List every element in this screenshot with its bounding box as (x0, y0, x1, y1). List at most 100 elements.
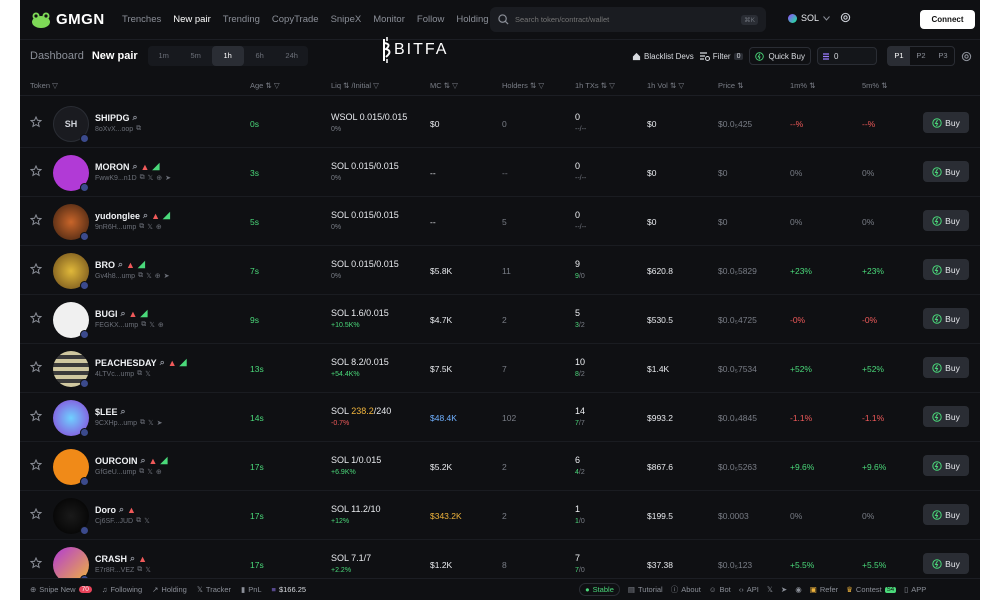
about-link[interactable]: ⓘ About (671, 584, 701, 595)
nav-follow[interactable]: Follow (417, 14, 444, 25)
x-icon[interactable]: 𝕏 (149, 321, 155, 329)
app-link[interactable]: ▯ APP (904, 585, 926, 594)
token-name[interactable]: CRASH (95, 554, 127, 564)
buy-button[interactable]: Buy (923, 357, 969, 378)
tutorial-link[interactable]: ▤ Tutorial (628, 585, 663, 594)
copy-icon[interactable]: ⧉ (138, 272, 143, 280)
search-icon[interactable]: ⌕ (118, 259, 123, 270)
table-row[interactable]: MORON ⌕ ▲ ◢ FwwK9...n1D ⧉ 𝕏 ⊕ ➤ 3s SOL 0… (20, 148, 980, 197)
token-name[interactable]: MORON (95, 162, 130, 172)
buy-button[interactable]: Buy (923, 406, 969, 427)
copy-icon[interactable]: ⧉ (136, 517, 141, 525)
timeframe-5m[interactable]: 5m (180, 46, 212, 66)
telegram-icon[interactable]: ➤ (164, 272, 170, 280)
table-row[interactable]: PEACHESDAY ⌕ ▲ ◢ 4LTVc...ump ⧉ 𝕏 13s SOL… (20, 344, 980, 393)
star-icon[interactable] (30, 312, 42, 324)
bot-link[interactable]: ☺ Bot (709, 585, 731, 594)
star-icon[interactable] (30, 410, 42, 422)
token-name[interactable]: OURCOIN (95, 456, 138, 466)
nav-snipex[interactable]: SnipeX (331, 14, 362, 25)
search-icon[interactable]: ⌕ (121, 308, 126, 319)
star-icon[interactable] (30, 263, 42, 275)
telegram-link[interactable]: ➤ (781, 585, 787, 594)
nav-holding[interactable]: Holding (456, 14, 488, 25)
globe-icon[interactable]: ⊕ (156, 174, 162, 182)
col-vol[interactable]: 1h Vol ⇅ ▽ (647, 81, 684, 90)
search-icon[interactable]: ⌕ (143, 210, 148, 221)
table-row[interactable]: $LEE ⌕ 9CXHp...ump ⧉ 𝕏 ➤ 14s SOL 238.2/2… (20, 393, 980, 442)
timeframe-24h[interactable]: 24h (276, 46, 308, 66)
api-link[interactable]: ‹› API (739, 585, 759, 594)
table-row[interactable]: yudonglee ⌕ ▲ ◢ 9nR6H...ump ⧉ 𝕏 ⊕ 5s SOL… (20, 197, 980, 246)
x-icon[interactable]: 𝕏 (145, 370, 151, 378)
star-icon[interactable] (30, 557, 42, 569)
x-icon[interactable]: 𝕏 (148, 419, 154, 427)
quick-buy-toggle[interactable]: Quick Buy (749, 47, 811, 65)
following-button[interactable]: ♫ Following (102, 585, 142, 594)
buy-button[interactable]: Buy (923, 161, 969, 182)
settings-icon[interactable] (840, 12, 851, 23)
col-age[interactable]: Age ⇅ ▽ (250, 81, 280, 90)
x-link[interactable]: 𝕏 (767, 585, 773, 594)
copy-icon[interactable]: ⧉ (136, 125, 141, 133)
copy-icon[interactable]: ⧉ (141, 321, 146, 329)
col-txs[interactable]: 1h TXs ⇅ ▽ (575, 81, 615, 90)
token-name[interactable]: SHIPDG (95, 113, 130, 123)
col-holders[interactable]: Holders ⇅ ▽ (502, 81, 544, 90)
buy-button[interactable]: Buy (923, 308, 969, 329)
star-icon[interactable] (30, 116, 42, 128)
token-name[interactable]: BUGI (95, 309, 118, 319)
nav-monitor[interactable]: Monitor (373, 14, 405, 25)
col-liq[interactable]: Liq ⇅ /Initial ▽ (331, 81, 379, 90)
nav-trenches[interactable]: Trenches (122, 14, 161, 25)
copy-icon[interactable]: ⧉ (137, 566, 142, 574)
search-icon[interactable]: ⌕ (121, 406, 126, 417)
search-icon[interactable]: ⌕ (133, 161, 138, 172)
search-icon[interactable]: ⌕ (160, 357, 165, 368)
copy-icon[interactable]: ⧉ (140, 419, 145, 427)
chain-selector[interactable]: SOL (788, 13, 830, 23)
table-row[interactable]: BUGI ⌕ ▲ ◢ FEGKX...ump ⧉ 𝕏 ⊕ 9s SOL 1.6/… (20, 295, 980, 344)
table-row[interactable]: SH SHIPDG ⌕ 8oXvX...oop ⧉ 0s WSOL 0.015/… (20, 99, 980, 148)
col-mc[interactable]: MC ⇅ ▽ (430, 81, 458, 90)
logo[interactable]: GMGN (30, 11, 110, 28)
x-icon[interactable]: 𝕏 (144, 517, 150, 525)
filter-button[interactable]: Filter 0 (699, 52, 744, 61)
token-name[interactable]: PEACHESDAY (95, 358, 157, 368)
search-box[interactable]: ⌘K (490, 7, 766, 32)
blacklist-devs-button[interactable]: Blacklist Devs (632, 52, 694, 61)
search-icon[interactable]: ⌕ (119, 504, 124, 515)
star-icon[interactable] (30, 165, 42, 177)
pnl-button[interactable]: ▮ PnL (241, 585, 262, 594)
globe-icon[interactable]: ⊕ (156, 223, 162, 231)
search-icon[interactable]: ⌕ (130, 553, 135, 564)
x-icon[interactable]: 𝕏 (146, 272, 152, 280)
copy-icon[interactable]: ⧉ (140, 174, 145, 182)
quick-buy-amount-input[interactable]: 0 (816, 47, 877, 65)
copy-icon[interactable]: ⧉ (137, 370, 142, 378)
connect-button[interactable]: Connect (920, 10, 975, 29)
x-icon[interactable]: 𝕏 (147, 223, 153, 231)
star-icon[interactable] (30, 361, 42, 373)
nav-new-pair[interactable]: New pair (173, 14, 211, 25)
table-row[interactable]: BRO ⌕ ▲ ◢ Gv4h8...ump ⧉ 𝕏 ⊕ ➤ 7s SOL 0.0… (20, 246, 980, 295)
holding-button[interactable]: ↗ Holding (152, 585, 187, 594)
table-row[interactable]: OURCOIN ⌕ ▲ ◢ GfGeU...ump ⧉ 𝕏 ⊕ 17s SOL … (20, 442, 980, 491)
token-name[interactable]: $LEE (95, 407, 118, 417)
nav-trending[interactable]: Trending (223, 14, 260, 25)
buy-button[interactable]: Buy (923, 553, 969, 574)
search-icon[interactable]: ⌕ (133, 112, 138, 123)
token-name[interactable]: Doro (95, 505, 116, 515)
tracker-button[interactable]: 𝕏 Tracker (197, 585, 231, 594)
x-icon[interactable]: 𝕏 (148, 174, 154, 182)
token-name[interactable]: yudonglee (95, 211, 140, 221)
telegram-icon[interactable]: ➤ (165, 174, 171, 182)
buy-button[interactable]: Buy (923, 455, 969, 476)
col-1m[interactable]: 1m% ⇅ (790, 81, 815, 90)
globe-icon[interactable]: ⊕ (158, 321, 164, 329)
buy-button[interactable]: Buy (923, 504, 969, 525)
discord-link[interactable]: ◉ (795, 585, 802, 594)
preset-settings-icon[interactable] (961, 51, 972, 62)
buy-button[interactable]: Buy (923, 210, 969, 231)
timeframe-1h[interactable]: 1h (211, 46, 244, 66)
